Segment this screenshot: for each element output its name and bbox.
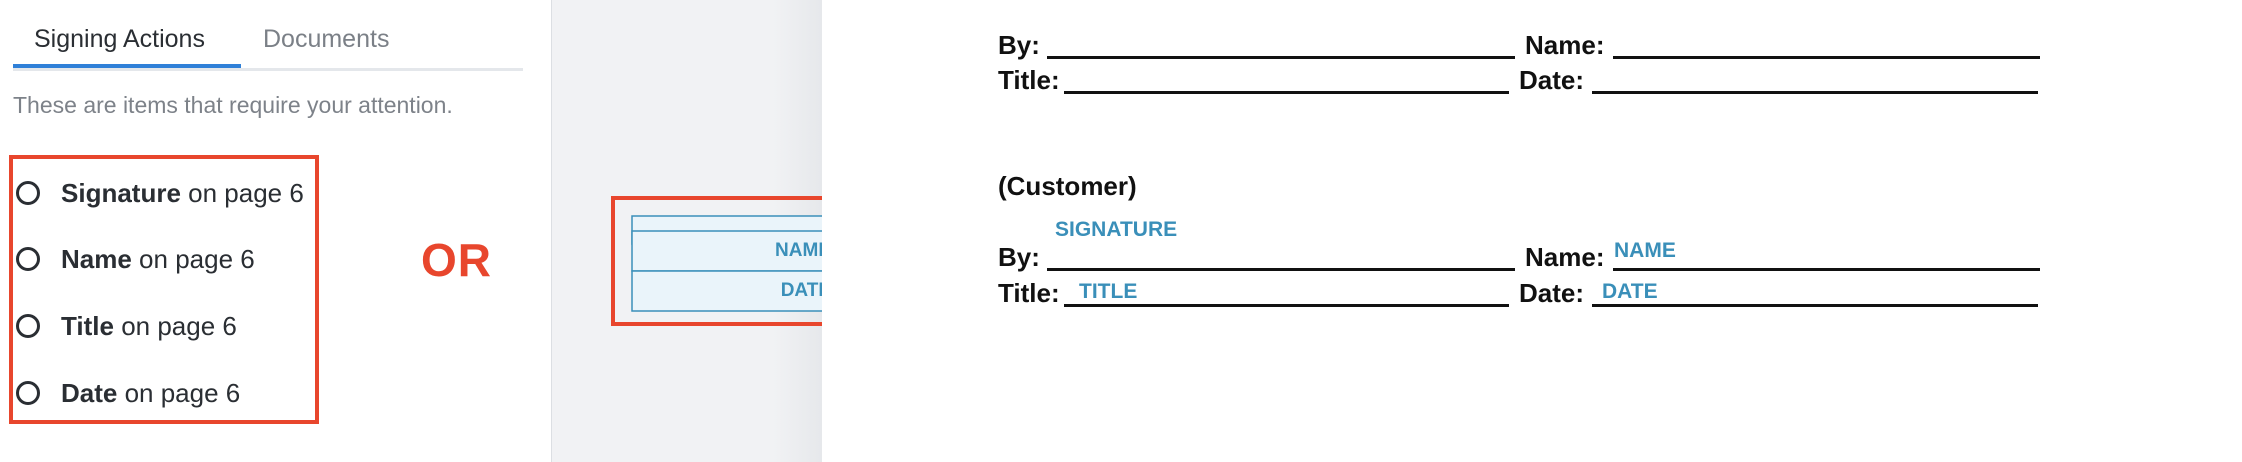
intro-text: These are items that require your attent… bbox=[13, 92, 453, 118]
action-label: Date bbox=[61, 377, 118, 408]
date-label: Date: bbox=[1519, 278, 1585, 308]
by-label: By: bbox=[998, 242, 1040, 272]
signing-actions-highlight: Signature on page 6 Name on page 6 Title… bbox=[9, 155, 319, 424]
radio-icon[interactable] bbox=[16, 181, 40, 205]
sidebar-tabs: Signing Actions Documents bbox=[13, 0, 523, 71]
title-blank-line bbox=[1064, 304, 1509, 307]
title-label: Title: bbox=[998, 278, 1060, 308]
name-label: Name: bbox=[1525, 242, 1605, 272]
sidebar: Signing Actions Documents These are item… bbox=[0, 0, 552, 462]
tab-signing-actions[interactable]: Signing Actions bbox=[34, 22, 205, 56]
signing-page: Signing Actions Documents These are item… bbox=[0, 0, 2242, 462]
date-blank-line bbox=[1592, 91, 2038, 94]
name-blank-line bbox=[1613, 268, 2040, 271]
name-blank-line bbox=[1613, 56, 2040, 59]
action-label: Title bbox=[61, 310, 114, 341]
action-item-name[interactable]: Name on page 6 bbox=[13, 239, 255, 279]
by-blank-line bbox=[1047, 268, 1515, 271]
or-label: OR bbox=[421, 234, 492, 286]
date-blank-line bbox=[1592, 304, 2038, 307]
action-item-signature[interactable]: Signature on page 6 bbox=[13, 173, 304, 213]
customer-heading: (Customer) bbox=[998, 171, 1137, 201]
action-page: on page 6 bbox=[131, 243, 255, 274]
by-blank-line bbox=[1047, 56, 1515, 59]
title-label: Title: bbox=[998, 65, 1060, 95]
name-label: Name: bbox=[1525, 30, 1605, 60]
radio-icon[interactable] bbox=[16, 247, 40, 271]
title-blank-line bbox=[1064, 91, 1509, 94]
action-item-title[interactable]: Title on page 6 bbox=[13, 306, 237, 346]
by-label: By: bbox=[998, 30, 1040, 60]
name-field[interactable]: NAME bbox=[1614, 239, 1676, 263]
action-label: Name bbox=[61, 243, 132, 274]
active-tab-indicator bbox=[13, 64, 241, 68]
radio-icon[interactable] bbox=[16, 314, 40, 338]
signature-field[interactable]: SIGNATURE bbox=[1055, 218, 1177, 242]
title-field[interactable]: TITLE bbox=[1079, 280, 1137, 304]
tab-documents[interactable]: Documents bbox=[263, 22, 389, 56]
action-page: on page 6 bbox=[113, 310, 237, 341]
action-item-date[interactable]: Date on page 6 bbox=[13, 373, 240, 413]
radio-icon[interactable] bbox=[16, 381, 40, 405]
date-field[interactable]: DATE bbox=[1602, 280, 1658, 304]
action-label: Signature bbox=[61, 177, 181, 208]
action-page: on page 6 bbox=[117, 377, 241, 408]
document-page: By: Name: Title: Date: (Customer) SIGNAT… bbox=[822, 0, 2242, 462]
action-page: on page 6 bbox=[180, 177, 304, 208]
date-label: Date: bbox=[1519, 65, 1585, 95]
